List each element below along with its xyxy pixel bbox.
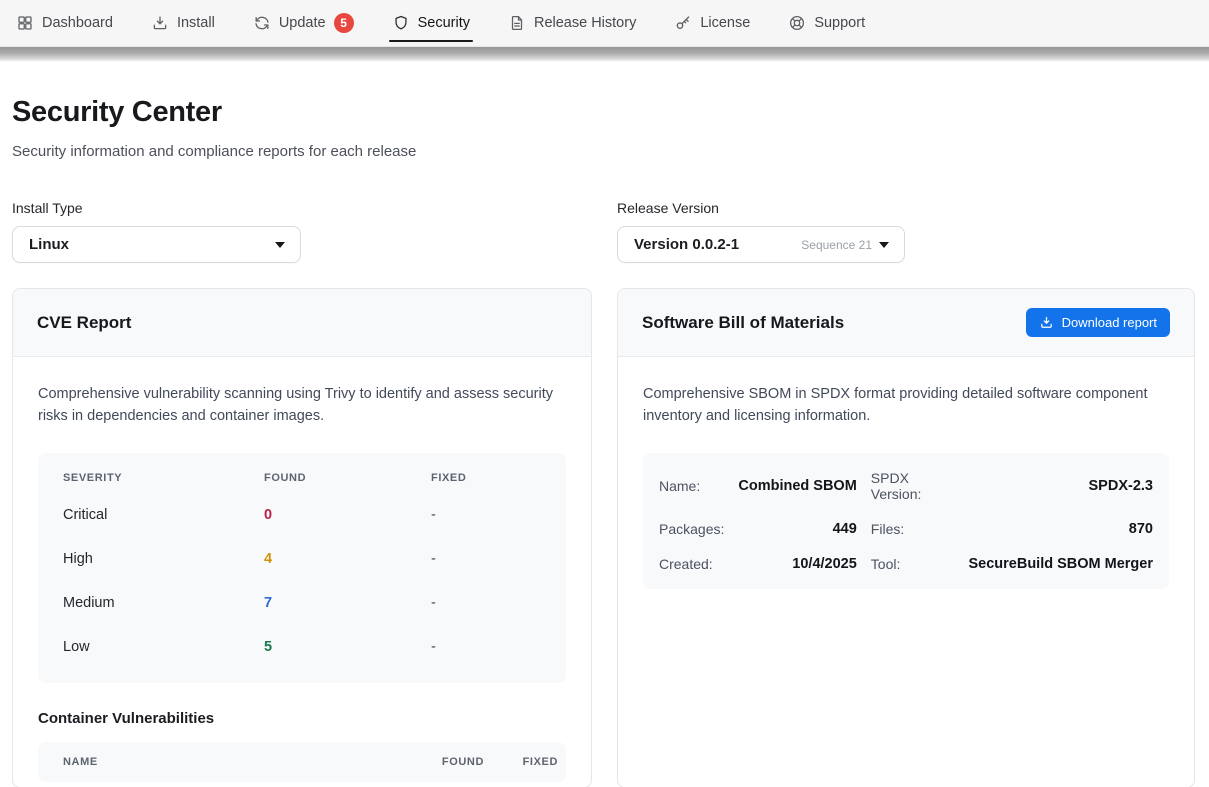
top-navigation: Dashboard Install Update 5 Security Rele… [0,0,1209,47]
nav-label: Dashboard [42,15,113,31]
nav-item-install[interactable]: Install [151,0,215,46]
sbom-field-label: SPDX Version: [871,470,955,502]
cve-report-description: Comprehensive vulnerability scanning usi… [38,384,566,427]
nav-label: Support [814,15,865,31]
severity-table-header: SEVERITY FOUND FIXED [63,472,541,484]
severity-fixed-count: - [431,507,541,523]
severity-found-count: 7 [264,595,431,611]
sbom-field-value: Combined SBOM [738,478,856,494]
sbom-field-value: SPDX-2.3 [968,478,1153,494]
release-version-select[interactable]: Version 0.0.2-1 Sequence 21 [617,226,905,263]
release-sequence-label: Sequence 21 [801,238,872,252]
release-history-icon [508,14,526,32]
column-header-severity: SEVERITY [63,472,264,484]
severity-found-count: 4 [264,551,431,567]
nav-label: Update [279,15,326,31]
chevron-down-icon [879,242,889,248]
sbom-field-label: Created: [659,556,724,572]
severity-row-critical: Critical 0 - [63,493,541,537]
sbom-card: Software Bill of Materials Download repo… [617,288,1195,787]
sbom-field-label: Tool: [871,556,955,572]
sbom-field-label: Name: [659,478,724,494]
severity-name: Medium [63,595,264,611]
sbom-field-value: 10/4/2025 [738,556,856,572]
severity-row-high: High 4 - [63,537,541,581]
support-lifebuoy-icon [788,14,806,32]
install-icon [151,14,169,32]
cve-report-header: CVE Report [13,289,591,357]
update-count-badge: 5 [334,13,354,33]
column-header-found: FOUND [392,756,484,768]
severity-fixed-count: - [431,595,541,611]
severity-found-count: 0 [264,507,431,523]
nav-item-security[interactable]: Security [392,0,470,46]
page-title: Security Center [12,96,1195,129]
download-report-label: Download report [1062,315,1157,330]
filters-row: Install Type Linux Release Version Versi… [12,200,1195,263]
severity-row-medium: Medium 7 - [63,581,541,625]
cve-report-title: CVE Report [37,313,131,333]
nav-label: Release History [534,15,636,31]
severity-name: Low [63,639,264,655]
sbom-description: Comprehensive SBOM in SPDX format provid… [643,384,1169,427]
severity-name: High [63,551,264,567]
cve-report-card: CVE Report Comprehensive vulnerability s… [12,288,592,787]
release-version-label: Release Version [617,200,1195,216]
severity-row-low: Low 5 - [63,625,541,669]
sbom-field-value: SecureBuild SBOM Merger [968,556,1153,572]
install-type-select[interactable]: Linux [12,226,301,263]
sbom-field-value: 449 [738,521,856,537]
install-type-value: Linux [29,236,69,253]
nav-label: Security [418,15,470,31]
sbom-title: Software Bill of Materials [642,313,844,333]
container-vulnerabilities-title: Container Vulnerabilities [38,710,566,727]
sbom-header: Software Bill of Materials Download repo… [618,289,1194,357]
nav-item-license[interactable]: License [674,0,750,46]
severity-fixed-count: - [431,551,541,567]
nav-label: Install [177,15,215,31]
security-shield-icon [392,14,410,32]
install-type-label: Install Type [12,200,592,216]
chevron-down-icon [275,242,285,248]
nav-label: License [700,15,750,31]
license-key-icon [674,14,692,32]
nav-item-release-history[interactable]: Release History [508,0,636,46]
sbom-field-value: 870 [968,521,1153,537]
severity-found-count: 5 [264,639,431,655]
sbom-field-label: Files: [871,521,955,537]
column-header-fixed: FIXED [484,756,558,768]
update-icon [253,14,271,32]
container-vulnerabilities-table-header: NAME FOUND FIXED [38,742,566,782]
sbom-field-label: Packages: [659,521,724,537]
content-top-shadow [0,47,1209,62]
severity-fixed-count: - [431,639,541,655]
page-subtitle: Security information and compliance repo… [12,143,1195,160]
nav-item-support[interactable]: Support [788,0,865,46]
nav-item-update[interactable]: Update 5 [253,0,354,46]
severity-name: Critical [63,507,264,523]
column-header-found: FOUND [264,472,431,484]
severity-table: SEVERITY FOUND FIXED Critical 0 - High 4 [38,453,566,683]
column-header-name: NAME [63,756,392,768]
download-report-button[interactable]: Download report [1026,308,1170,337]
sbom-info-grid: Name: Combined SBOM SPDX Version: SPDX-2… [643,453,1169,589]
nav-item-dashboard[interactable]: Dashboard [16,0,113,46]
dashboard-icon [16,14,34,32]
download-icon [1039,315,1054,330]
column-header-fixed: FIXED [431,472,541,484]
release-version-value: Version 0.0.2-1 [634,236,739,253]
